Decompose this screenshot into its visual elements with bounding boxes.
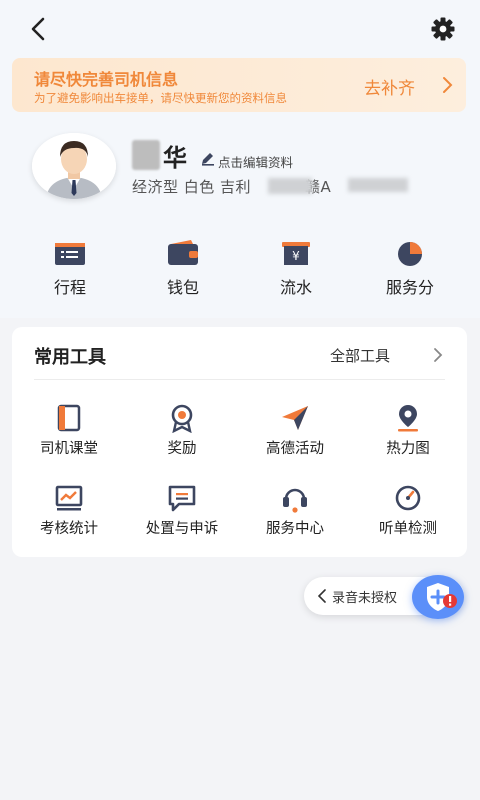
back-button[interactable] [24, 14, 54, 44]
chevron-right-icon [434, 348, 443, 362]
divider [34, 379, 445, 380]
tool-service-center[interactable]: 服务中心 [240, 483, 350, 543]
tool-label: 司机课堂 [40, 441, 98, 457]
tool-order-check[interactable]: 听单检测 [353, 483, 463, 543]
tool-assessment-stats[interactable]: 考核统计 [14, 483, 124, 543]
gear-icon [431, 17, 455, 41]
quick-action-label: 流水 [279, 278, 312, 297]
recording-status-text: 录音未授权 [332, 591, 398, 606]
flow-icon: ¥ [282, 242, 310, 265]
edit-profile-link[interactable]: 点击编辑资料 [218, 152, 293, 171]
chevron-right-icon [443, 77, 453, 93]
heatmap-icon [398, 405, 418, 432]
tool-amap-activity[interactable]: 高德活动 [240, 403, 350, 463]
trip-icon [55, 243, 85, 265]
tool-label: 服务中心 [266, 521, 324, 537]
banner-subtitle: 为了避免影响出车接单，请尽快更新您的资料信息 [34, 91, 287, 105]
svg-text:¥: ¥ [292, 249, 300, 263]
tool-label: 考核统计 [40, 521, 98, 537]
tool-label: 听单检测 [379, 521, 437, 537]
car-model-mask [268, 178, 312, 194]
order-check-icon [395, 485, 421, 511]
activity-icon [282, 406, 308, 430]
safety-shield-button[interactable] [412, 575, 464, 619]
service-center-icon [283, 488, 307, 513]
chevron-left-icon [318, 589, 326, 603]
banner-title: 请尽快完善司机信息 [34, 70, 179, 89]
quick-action-service-score[interactable]: 服务分 [380, 240, 440, 300]
tool-label: 处置与申诉 [145, 521, 219, 537]
shield-plus-icon [427, 583, 457, 611]
settings-button[interactable] [428, 14, 458, 44]
tool-label: 高德活动 [266, 441, 324, 457]
service-score-icon [398, 242, 422, 266]
plate-mask [348, 178, 408, 192]
quick-action-label: 行程 [53, 278, 86, 297]
classroom-icon [57, 404, 81, 432]
car-model: 经济型 白色 吉利 [132, 178, 252, 196]
reward-icon [171, 404, 193, 433]
driver-name: 华 [163, 144, 187, 172]
tool-reward[interactable]: 奖励 [127, 403, 237, 463]
driver-avatar-icon [32, 133, 116, 199]
appeal-icon [168, 485, 196, 512]
pencil-icon [202, 153, 214, 166]
avatar[interactable] [32, 133, 116, 199]
tool-label: 奖励 [167, 441, 197, 457]
tools-title: 常用工具 [34, 347, 106, 368]
stats-icon [55, 485, 83, 511]
quick-action-label: 钱包 [166, 278, 199, 297]
back-chevron-icon [31, 17, 45, 41]
quick-action-flow[interactable]: ¥ 流水 [266, 240, 326, 300]
quick-action-wallet[interactable]: 钱包 [153, 240, 213, 300]
name-mask [132, 140, 160, 170]
quick-action-label: 服务分 [385, 278, 434, 297]
tool-driver-classroom[interactable]: 司机课堂 [14, 403, 124, 463]
tool-label: 热力图 [386, 441, 430, 457]
banner-action-link[interactable]: 去补齐 [364, 74, 415, 99]
tool-heatmap[interactable]: 热力图 [353, 403, 463, 463]
tool-appeal[interactable]: 处置与申诉 [127, 483, 237, 543]
common-tools-card: 常用工具 全部工具 司机课堂 奖励 高德活动 热力图 考核统计 处置与申诉 服务… [12, 327, 467, 557]
complete-info-banner[interactable]: 请尽快完善司机信息 为了避免影响出车接单，请尽快更新您的资料信息 去补齐 [12, 58, 466, 112]
all-tools-link[interactable]: 全部工具 [330, 345, 390, 366]
wallet-icon [168, 240, 198, 265]
quick-action-trip[interactable]: 行程 [40, 240, 100, 300]
